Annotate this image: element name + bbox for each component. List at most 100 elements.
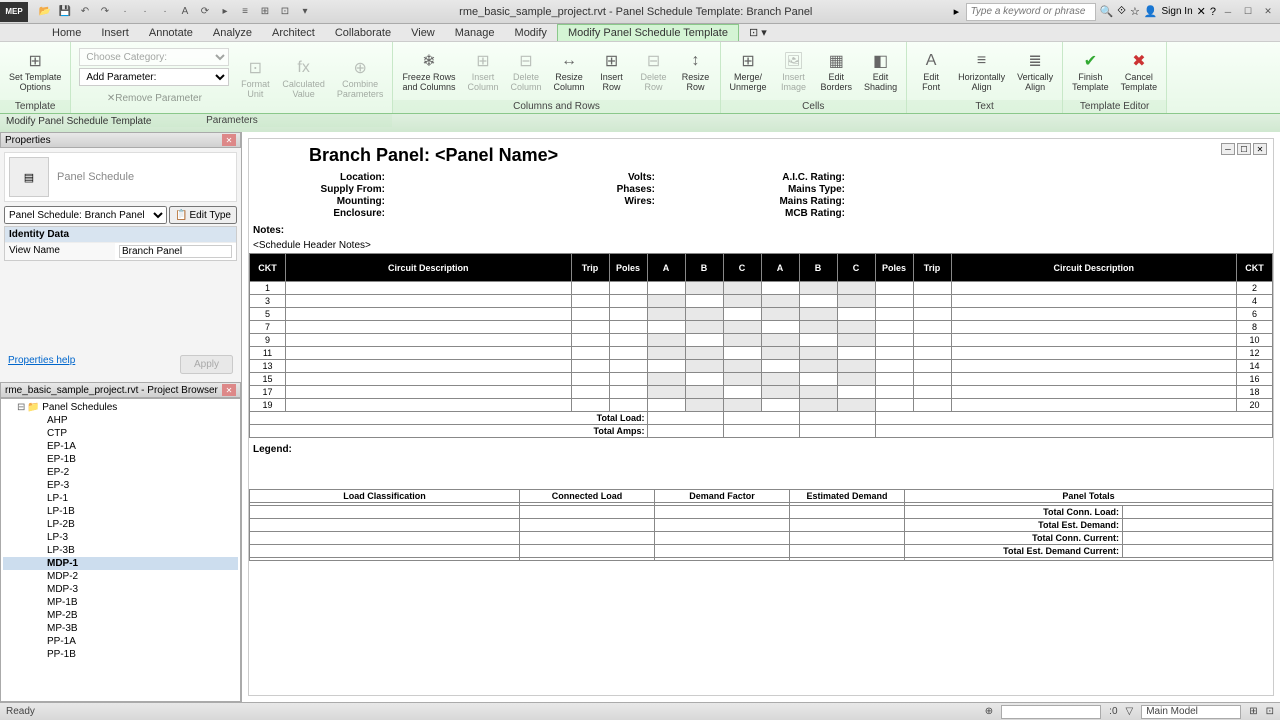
maximize-view-icon[interactable]: ☐ <box>1237 143 1251 155</box>
tab-modify-panel-schedule-template[interactable]: Modify Panel Schedule Template <box>557 24 739 41</box>
tab-analyze[interactable]: Analyze <box>203 25 262 41</box>
tab-modify[interactable]: Modify <box>505 25 557 41</box>
legend-col-header[interactable]: Load Classification <box>250 490 520 503</box>
set-template-options-button[interactable]: ⊞Set Template Options <box>4 46 66 96</box>
edit-shading-button[interactable]: ◧Edit Shading <box>859 46 902 96</box>
legend-row[interactable]: Total Conn. Current: <box>250 532 1273 545</box>
minimize-view-icon[interactable]: ─ <box>1221 143 1235 155</box>
close-icon[interactable]: ✕ <box>222 134 236 146</box>
tree-item[interactable]: EP-1B <box>3 453 238 466</box>
table-row[interactable]: 1516 <box>250 373 1273 386</box>
qat-icon[interactable]: ⊞ <box>256 3 274 21</box>
workset-dropdown[interactable]: Main Model <box>1141 705 1241 719</box>
tab-insert[interactable]: Insert <box>91 25 139 41</box>
panel-title[interactable]: Branch Panel: <Panel Name> <box>249 139 1273 172</box>
legend-row[interactable]: Total Conn. Load: <box>250 506 1273 519</box>
help-icon[interactable]: ? <box>1210 6 1216 18</box>
col-header[interactable]: A <box>761 254 799 282</box>
resize-row-button[interactable]: ↕Resize Row <box>676 46 716 96</box>
identity-data-header[interactable]: Identity Data <box>5 227 236 242</box>
tab-home[interactable]: Home <box>42 25 91 41</box>
merge-button[interactable]: ⊞Merge/ Unmerge <box>725 46 772 96</box>
canvas[interactable]: ─ ☐ ✕ Branch Panel: <Panel Name> Locatio… <box>242 132 1280 702</box>
h-align-button[interactable]: ≡Horizontally Align <box>953 46 1010 96</box>
legend-row[interactable]: Total Est. Demand: <box>250 519 1273 532</box>
type-preview[interactable]: ▤ Panel Schedule <box>4 152 237 202</box>
type-selector[interactable]: Panel Schedule: Branch Panel <box>4 206 167 224</box>
legend-row[interactable] <box>250 558 1273 561</box>
legend-col-header[interactable]: Estimated Demand <box>790 490 905 503</box>
v-align-button[interactable]: ≣Vertically Align <box>1012 46 1058 96</box>
choose-category-select[interactable]: Choose Category: <box>79 48 229 66</box>
table-row[interactable]: 78 <box>250 321 1273 334</box>
tree-item[interactable]: LP-2B <box>3 518 238 531</box>
table-row[interactable]: 1920 <box>250 399 1273 412</box>
qat-icon[interactable]: A <box>176 3 194 21</box>
insert-row-button[interactable]: ⊞Insert Row <box>592 46 632 96</box>
col-header[interactable]: B <box>685 254 723 282</box>
qat-icon[interactable]: ▸ <box>216 3 234 21</box>
tab-manage[interactable]: Manage <box>445 25 505 41</box>
open-icon[interactable]: 📂 <box>36 3 54 21</box>
search-input[interactable] <box>966 3 1096 21</box>
tree-item[interactable]: EP-2 <box>3 466 238 479</box>
table-row[interactable]: 34 <box>250 295 1273 308</box>
properties-help-link[interactable]: Properties help <box>8 355 75 374</box>
freeze-button[interactable]: ❄Freeze Rows and Columns <box>397 46 460 96</box>
tree-item[interactable]: CTP <box>3 427 238 440</box>
col-header[interactable]: C <box>837 254 875 282</box>
legend-row[interactable]: Total Est. Demand Current: <box>250 545 1273 558</box>
tree-item[interactable]: PP-1B <box>3 648 238 661</box>
legend-table[interactable]: Load ClassificationConnected LoadDemand … <box>249 489 1273 561</box>
qat-icon[interactable]: ⟳ <box>196 3 214 21</box>
table-row[interactable]: 1112 <box>250 347 1273 360</box>
filter-icon[interactable]: ▽ <box>1126 706 1134 717</box>
finish-template-button[interactable]: ✔Finish Template <box>1067 46 1114 96</box>
col-header[interactable]: CKT <box>250 254 286 282</box>
tree-item[interactable]: MDP-3 <box>3 583 238 596</box>
view-name-input[interactable] <box>119 245 232 258</box>
edit-font-button[interactable]: AEdit Font <box>911 46 951 96</box>
col-header[interactable]: B <box>799 254 837 282</box>
legend-col-header[interactable]: Panel Totals <box>905 490 1273 503</box>
close-button[interactable]: ✕ <box>1260 5 1276 19</box>
notes-value[interactable]: <Schedule Header Notes> <box>249 238 1273 253</box>
app-logo[interactable]: MEP <box>0 2 28 22</box>
selection-filter[interactable] <box>1001 705 1101 719</box>
maximize-button[interactable]: ☐ <box>1240 5 1256 19</box>
qat-icon[interactable]: ⊡ <box>276 3 294 21</box>
col-header[interactable]: Circuit Description <box>286 254 572 282</box>
save-icon[interactable]: 💾 <box>56 3 74 21</box>
status-icon[interactable]: ⊡ <box>1266 706 1274 717</box>
star-icon[interactable]: ☆ <box>1130 5 1140 18</box>
tree-root[interactable]: ⊟📁 Panel Schedules <box>3 401 238 414</box>
table-row[interactable]: 1718 <box>250 386 1273 399</box>
edit-borders-button[interactable]: ▦Edit Borders <box>816 46 858 96</box>
tree-item[interactable]: MDP-2 <box>3 570 238 583</box>
title-arrow-icon[interactable]: ▸ <box>954 5 966 18</box>
qat-icon[interactable]: · <box>136 3 154 21</box>
schedule-table[interactable]: CKTCircuit DescriptionTripPolesABCABCPol… <box>249 253 1273 438</box>
tree-item[interactable]: PP-1A <box>3 635 238 648</box>
tree-item[interactable]: LP-1 <box>3 492 238 505</box>
tab-view[interactable]: View <box>401 25 445 41</box>
tree-item[interactable]: MDP-1 <box>3 557 238 570</box>
properties-header[interactable]: Properties ✕ <box>0 132 241 148</box>
table-row[interactable]: 910 <box>250 334 1273 347</box>
table-row[interactable]: 12 <box>250 282 1273 295</box>
qat-icon[interactable]: ≡ <box>236 3 254 21</box>
tab-annotate[interactable]: Annotate <box>139 25 203 41</box>
cancel-template-button[interactable]: ✖Cancel Template <box>1116 46 1163 96</box>
col-header[interactable]: Trip <box>913 254 951 282</box>
table-row[interactable]: 56 <box>250 308 1273 321</box>
close-view-icon[interactable]: ✕ <box>1253 143 1267 155</box>
col-header[interactable]: CKT <box>1237 254 1273 282</box>
tree-item[interactable]: LP-3 <box>3 531 238 544</box>
tree-item[interactable]: LP-3B <box>3 544 238 557</box>
resize-column-button[interactable]: ↔Resize Column <box>549 46 590 96</box>
x-icon[interactable]: ✕ <box>1197 5 1206 18</box>
comm-icon[interactable]: ⟐ <box>1117 5 1126 18</box>
qat-icon[interactable]: · <box>156 3 174 21</box>
dropdown-icon[interactable]: ▾ <box>296 3 314 21</box>
tree-item[interactable]: AHP <box>3 414 238 427</box>
